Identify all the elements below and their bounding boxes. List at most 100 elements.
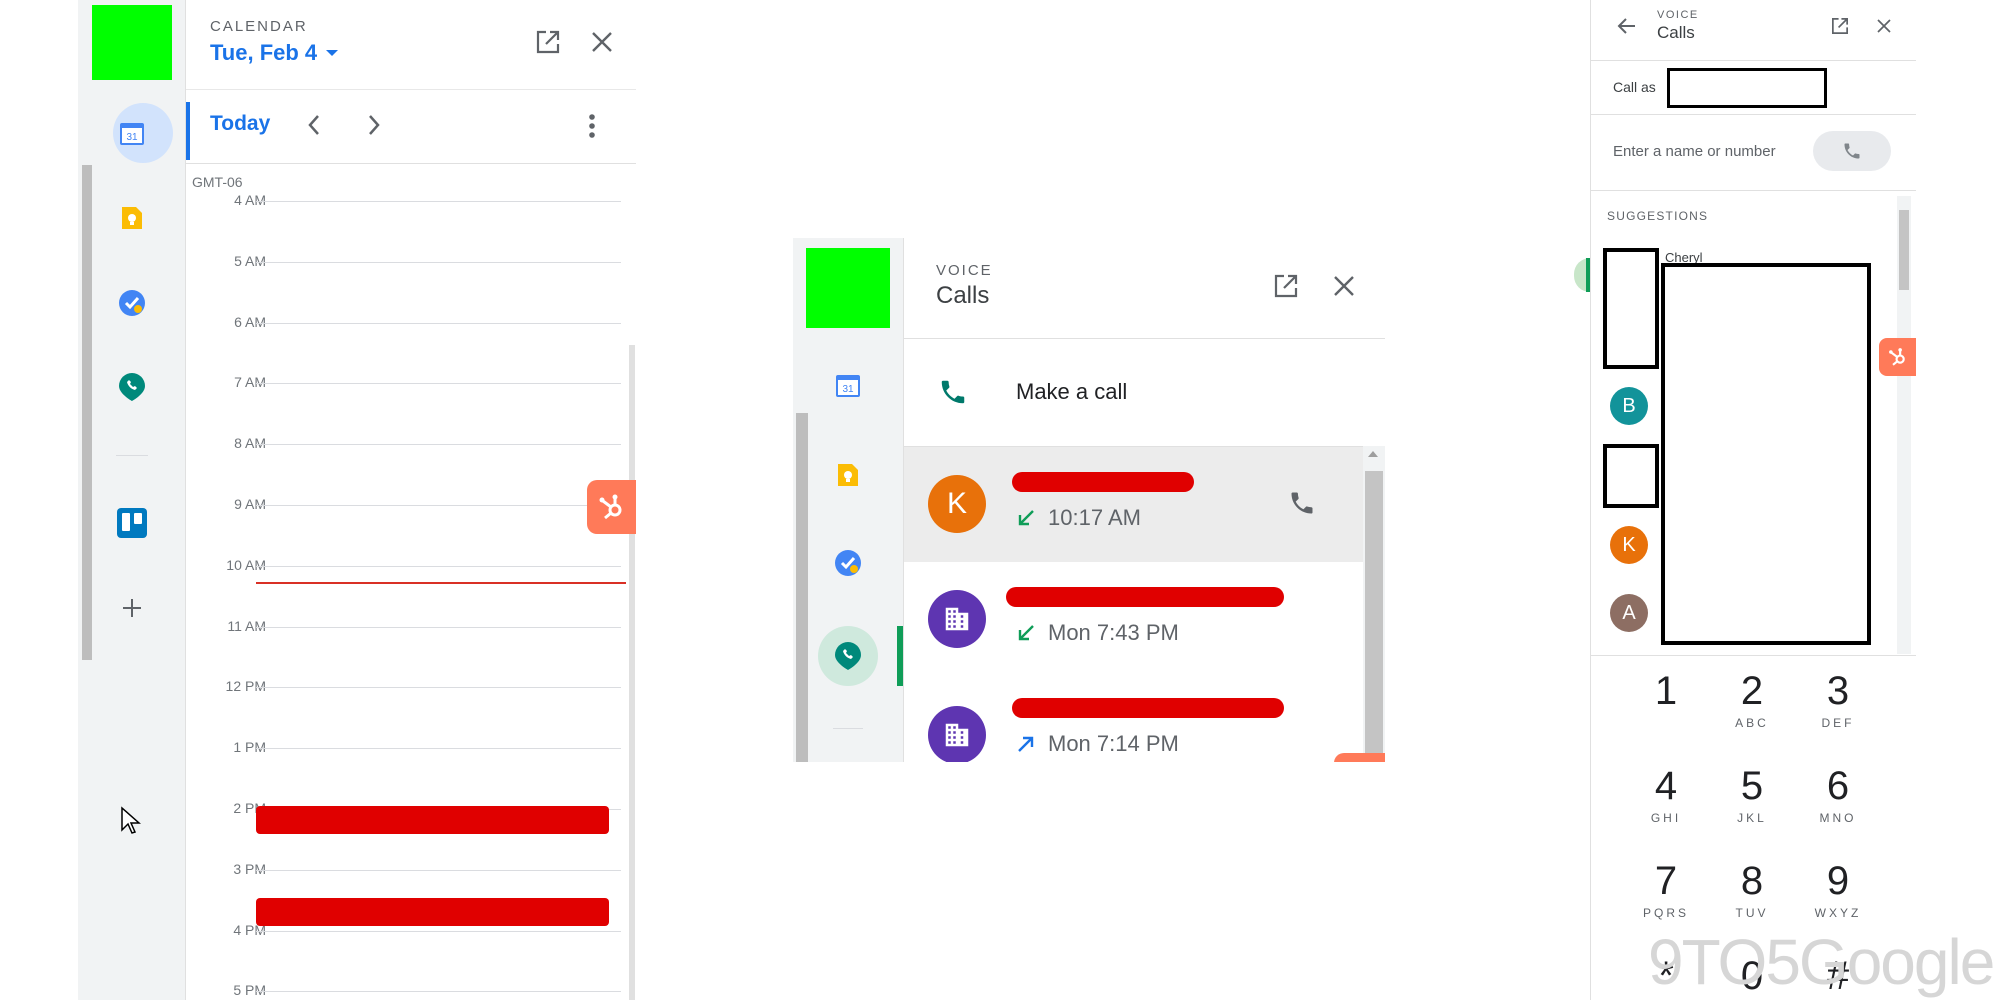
back-arrow-icon[interactable] [1617, 16, 1637, 36]
hour-gridline [256, 565, 621, 567]
redacted-call-as-number[interactable] [1667, 68, 1827, 108]
hour-row[interactable]: 3 PM [186, 861, 631, 890]
hour-row[interactable]: 9 AM [186, 496, 631, 525]
keep-icon[interactable] [833, 460, 863, 490]
open-in-new-icon[interactable] [1272, 272, 1300, 300]
hour-label: 9 AM [234, 496, 266, 512]
redacted-event[interactable] [256, 806, 609, 834]
close-icon[interactable] [1332, 274, 1356, 298]
tasks-icon[interactable] [833, 548, 863, 578]
call-history-row[interactable]: Mon 7:43 PM [904, 562, 1364, 677]
dialpad-key[interactable]: 2 ABC [1712, 670, 1792, 730]
hour-row[interactable]: 7 AM [186, 374, 631, 403]
redacted-suggestion-avatar[interactable] [1603, 248, 1659, 369]
tasks-icon[interactable] [117, 288, 147, 318]
hour-row[interactable]: 4 AM [186, 192, 631, 221]
dialpad-key[interactable]: 9 WXYZ [1798, 860, 1878, 920]
hour-label: 8 AM [234, 435, 266, 452]
dialpad-key-digit: 8 [1740, 859, 1764, 903]
hubspot-icon[interactable] [1334, 753, 1385, 762]
calendar-scrollbar[interactable] [629, 345, 635, 1000]
hour-label: 1 PM [233, 739, 266, 756]
rail-scrollbar[interactable] [796, 413, 808, 762]
header-divider [1591, 60, 1916, 61]
phone-icon [1844, 143, 1860, 159]
building-icon [928, 590, 986, 648]
redacted-contact-name [1012, 698, 1284, 718]
contact-avatar[interactable]: B [1610, 387, 1648, 425]
suggestions-label: SUGGESTIONS [1607, 209, 1709, 223]
calendar-icon[interactable]: 31 [117, 118, 147, 148]
keep-icon[interactable] [117, 203, 147, 233]
redacted-suggestion-list[interactable] [1661, 263, 1871, 645]
hour-gridline [256, 991, 621, 993]
hour-gridline [256, 687, 621, 689]
hour-row[interactable]: 11 AM [186, 618, 631, 647]
hour-row[interactable]: 5 PM [186, 982, 631, 1000]
voice-icon[interactable] [833, 641, 863, 671]
dialpad-key-digit: 6 [1826, 764, 1850, 808]
rail-divider [833, 728, 863, 729]
contact-avatar[interactable]: A [1610, 594, 1648, 632]
contact-avatar[interactable]: K [1610, 526, 1648, 564]
dialpad-key-letters: DEF [1821, 716, 1855, 730]
dialpad-key-letters: PQRS [1642, 906, 1689, 920]
hour-grid[interactable]: 4 AM 5 AM 6 AM 7 AM 8 AM 9 AM 10 AM 11 AM 12 PM 1… [186, 0, 636, 1000]
dialpad-key[interactable]: 5 JKL [1712, 765, 1792, 825]
hour-gridline [256, 748, 621, 750]
hour-row[interactable]: 4 PM [186, 922, 631, 951]
dialpad-key[interactable]: 4 GHI [1626, 765, 1706, 825]
dialpad-key[interactable]: 6 MNO [1798, 765, 1878, 825]
hour-row[interactable]: 1 PM [186, 739, 631, 768]
dialpad-key[interactable]: 3 DEF [1798, 670, 1878, 730]
redacted-suggestion-avatar[interactable] [1603, 444, 1659, 508]
dialpad-key[interactable]: 8 TUV [1712, 860, 1792, 920]
dialer-title: Calls [1657, 23, 1695, 42]
section-divider [1591, 190, 1916, 191]
calendar-icon[interactable]: 31 [833, 370, 863, 400]
dialpad-key-digit: 2 [1740, 669, 1764, 713]
hour-label: 12 PM [225, 678, 266, 695]
hour-label: 11 AM [227, 617, 266, 634]
dialpad-key[interactable]: 1 [1626, 670, 1706, 712]
add-addon-icon[interactable] [117, 593, 147, 623]
hour-row[interactable]: 5 AM [186, 253, 631, 282]
dialpad-key-digit: 9 [1826, 859, 1850, 903]
dial-call-button[interactable] [1813, 131, 1891, 171]
dialpad-key-letters: ABC [1735, 716, 1769, 730]
dialpad-key-letters: WXYZ [1814, 906, 1862, 920]
side-app-rail: 31 [78, 0, 185, 1000]
svg-text:31: 31 [126, 132, 138, 143]
redacted-event[interactable] [256, 898, 609, 926]
hour-row[interactable]: 12 PM [186, 678, 631, 707]
dialpad-key[interactable]: 7 PQRS [1626, 860, 1706, 920]
dialpad-key-letters: JKL [1737, 811, 1767, 825]
building-icon [928, 706, 986, 762]
rail-scrollbar[interactable] [82, 165, 92, 660]
make-a-call-row[interactable]: Make a call [904, 339, 1385, 446]
voice-calls-window: 31 VOICE Calls Make a call K 10:17 AM Mo… [793, 238, 1385, 762]
scroll-up-icon[interactable] [1367, 450, 1379, 458]
voice-icon[interactable] [117, 372, 147, 402]
calls-scrollbar-thumb[interactable] [1365, 471, 1383, 762]
call-back-icon[interactable] [1288, 489, 1316, 517]
redacted-contact-name [1012, 472, 1194, 492]
mouse-cursor-icon [120, 806, 142, 836]
hour-gridline [256, 869, 621, 871]
voice-eyebrow: VOICE [936, 262, 993, 279]
trello-icon[interactable] [116, 508, 147, 538]
suggestions-scrollbar-thumb[interactable] [1899, 210, 1909, 290]
phone-icon [938, 377, 968, 407]
hour-gridline [256, 505, 621, 506]
call-history-row[interactable]: K 10:17 AM [904, 447, 1364, 562]
open-in-new-icon[interactable] [1830, 16, 1850, 36]
section-divider [1591, 655, 1916, 656]
close-icon[interactable] [1876, 18, 1892, 34]
voice-panel: VOICE Calls Make a call K 10:17 AM Mon 7… [903, 238, 1385, 762]
hubspot-icon[interactable] [1879, 338, 1916, 376]
call-history-row[interactable]: Mon 7:14 PM [904, 678, 1364, 762]
hour-row[interactable]: 6 AM [186, 314, 631, 343]
hubspot-icon[interactable] [587, 480, 636, 534]
number-input[interactable]: Enter a name or number [1613, 143, 1776, 160]
hour-row[interactable]: 8 AM [186, 435, 631, 464]
